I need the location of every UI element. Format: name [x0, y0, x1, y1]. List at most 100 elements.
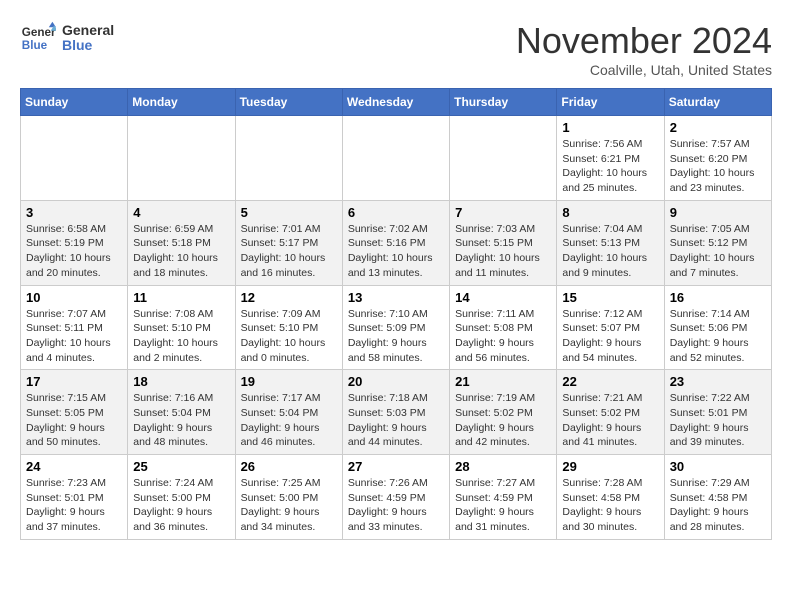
calendar-cell [21, 116, 128, 201]
calendar-week-row: 3Sunrise: 6:58 AM Sunset: 5:19 PM Daylig… [21, 200, 772, 285]
calendar-cell: 24 Sunrise: 7:23 AM Sunset: 5:01 PM Dayli… [21, 455, 128, 540]
calendar-body: 1 Sunrise: 7:56 AM Sunset: 6:21 PM Daylig… [21, 116, 772, 540]
calendar-cell: 28 Sunrise: 7:27 AM Sunset: 4:59 PM Dayli… [450, 455, 557, 540]
day-number: 19 [241, 374, 337, 389]
day-number: 25 [133, 459, 229, 474]
day-info: Sunrise: 7:05 AM Sunset: 5:12 PM Dayligh… [670, 222, 766, 281]
location-subtitle: Coalville, Utah, United States [516, 62, 772, 78]
calendar-cell: 16 Sunrise: 7:14 AM Sunset: 5:06 PM Dayli… [664, 285, 771, 370]
day-info: Sunrise: 7:25 AM Sunset: 5:00 PM Dayligh… [241, 476, 337, 535]
calendar-week-row: 1 Sunrise: 7:56 AM Sunset: 6:21 PM Daylig… [21, 116, 772, 201]
logo-icon: General Blue [20, 20, 56, 56]
day-info: Sunrise: 7:24 AM Sunset: 5:00 PM Dayligh… [133, 476, 229, 535]
day-info: Sunrise: 7:11 AM Sunset: 5:08 PM Dayligh… [455, 307, 551, 366]
day-info: Sunrise: 7:56 AM Sunset: 6:21 PM Dayligh… [562, 137, 658, 196]
weekday-header-tuesday: Tuesday [235, 89, 342, 116]
calendar-week-row: 10Sunrise: 7:07 AM Sunset: 5:11 PM Dayli… [21, 285, 772, 370]
day-info: Sunrise: 7:08 AM Sunset: 5:10 PM Dayligh… [133, 307, 229, 366]
calendar-cell: 23 Sunrise: 7:22 AM Sunset: 5:01 PM Dayli… [664, 370, 771, 455]
day-number: 15 [562, 290, 658, 305]
calendar-cell: 19 Sunrise: 7:17 AM Sunset: 5:04 PM Dayli… [235, 370, 342, 455]
day-number: 12 [241, 290, 337, 305]
weekday-header-sunday: Sunday [21, 89, 128, 116]
day-info: Sunrise: 7:07 AM Sunset: 5:11 PM Dayligh… [26, 307, 122, 366]
day-info: Sunrise: 7:57 AM Sunset: 6:20 PM Dayligh… [670, 137, 766, 196]
calendar-cell [450, 116, 557, 201]
day-info: Sunrise: 7:15 AM Sunset: 5:05 PM Dayligh… [26, 391, 122, 450]
day-number: 30 [670, 459, 766, 474]
day-info: Sunrise: 7:14 AM Sunset: 5:06 PM Dayligh… [670, 307, 766, 366]
day-number: 11 [133, 290, 229, 305]
day-number: 21 [455, 374, 551, 389]
page-header: General Blue General Blue November 2024 … [20, 20, 772, 78]
calendar-cell: 29 Sunrise: 7:28 AM Sunset: 4:58 PM Dayli… [557, 455, 664, 540]
calendar-cell: 4 Sunrise: 6:59 AM Sunset: 5:18 PM Daylig… [128, 200, 235, 285]
day-info: Sunrise: 7:10 AM Sunset: 5:09 PM Dayligh… [348, 307, 444, 366]
day-number: 7 [455, 205, 551, 220]
day-info: Sunrise: 7:23 AM Sunset: 5:01 PM Dayligh… [26, 476, 122, 535]
calendar-cell [128, 116, 235, 201]
day-number: 29 [562, 459, 658, 474]
day-number: 5 [241, 205, 337, 220]
day-info: Sunrise: 7:22 AM Sunset: 5:01 PM Dayligh… [670, 391, 766, 450]
day-info: Sunrise: 7:04 AM Sunset: 5:13 PM Dayligh… [562, 222, 658, 281]
day-number: 8 [562, 205, 658, 220]
calendar-cell: 6Sunrise: 7:02 AM Sunset: 5:16 PM Daylig… [342, 200, 449, 285]
day-info: Sunrise: 7:17 AM Sunset: 5:04 PM Dayligh… [241, 391, 337, 450]
day-number: 13 [348, 290, 444, 305]
logo: General Blue General Blue [20, 20, 114, 56]
calendar-cell: 15 Sunrise: 7:12 AM Sunset: 5:07 PM Dayli… [557, 285, 664, 370]
weekday-header-monday: Monday [128, 89, 235, 116]
day-number: 1 [562, 120, 658, 135]
day-number: 28 [455, 459, 551, 474]
day-number: 9 [670, 205, 766, 220]
logo-text-blue: Blue [62, 38, 114, 53]
day-number: 2 [670, 120, 766, 135]
day-number: 4 [133, 205, 229, 220]
calendar-week-row: 17Sunrise: 7:15 AM Sunset: 5:05 PM Dayli… [21, 370, 772, 455]
calendar-week-row: 24 Sunrise: 7:23 AM Sunset: 5:01 PM Dayli… [21, 455, 772, 540]
weekday-header-thursday: Thursday [450, 89, 557, 116]
day-number: 24 [26, 459, 122, 474]
day-number: 23 [670, 374, 766, 389]
calendar-cell: 30 Sunrise: 7:29 AM Sunset: 4:58 PM Dayli… [664, 455, 771, 540]
calendar-cell: 5Sunrise: 7:01 AM Sunset: 5:17 PM Daylig… [235, 200, 342, 285]
calendar-cell: 22Sunrise: 7:21 AM Sunset: 5:02 PM Dayli… [557, 370, 664, 455]
day-number: 18 [133, 374, 229, 389]
calendar-table: SundayMondayTuesdayWednesdayThursdayFrid… [20, 88, 772, 540]
day-info: Sunrise: 7:12 AM Sunset: 5:07 PM Dayligh… [562, 307, 658, 366]
weekday-header-saturday: Saturday [664, 89, 771, 116]
month-title: November 2024 [516, 20, 772, 62]
calendar-cell: 20Sunrise: 7:18 AM Sunset: 5:03 PM Dayli… [342, 370, 449, 455]
weekday-header-wednesday: Wednesday [342, 89, 449, 116]
day-number: 6 [348, 205, 444, 220]
calendar-cell [342, 116, 449, 201]
calendar-header: SundayMondayTuesdayWednesdayThursdayFrid… [21, 89, 772, 116]
day-number: 26 [241, 459, 337, 474]
day-number: 27 [348, 459, 444, 474]
day-info: Sunrise: 7:18 AM Sunset: 5:03 PM Dayligh… [348, 391, 444, 450]
calendar-cell: 10Sunrise: 7:07 AM Sunset: 5:11 PM Dayli… [21, 285, 128, 370]
calendar-cell: 17Sunrise: 7:15 AM Sunset: 5:05 PM Dayli… [21, 370, 128, 455]
calendar-cell: 11 Sunrise: 7:08 AM Sunset: 5:10 PM Dayli… [128, 285, 235, 370]
day-info: Sunrise: 7:29 AM Sunset: 4:58 PM Dayligh… [670, 476, 766, 535]
calendar-cell: 26 Sunrise: 7:25 AM Sunset: 5:00 PM Dayli… [235, 455, 342, 540]
calendar-cell: 7 Sunrise: 7:03 AM Sunset: 5:15 PM Daylig… [450, 200, 557, 285]
day-number: 16 [670, 290, 766, 305]
calendar-cell: 18Sunrise: 7:16 AM Sunset: 5:04 PM Dayli… [128, 370, 235, 455]
day-info: Sunrise: 6:59 AM Sunset: 5:18 PM Dayligh… [133, 222, 229, 281]
day-info: Sunrise: 7:26 AM Sunset: 4:59 PM Dayligh… [348, 476, 444, 535]
calendar-cell: 25 Sunrise: 7:24 AM Sunset: 5:00 PM Dayli… [128, 455, 235, 540]
day-info: Sunrise: 7:19 AM Sunset: 5:02 PM Dayligh… [455, 391, 551, 450]
day-number: 22 [562, 374, 658, 389]
calendar-cell: 27 Sunrise: 7:26 AM Sunset: 4:59 PM Dayli… [342, 455, 449, 540]
calendar-cell: 3Sunrise: 6:58 AM Sunset: 5:19 PM Daylig… [21, 200, 128, 285]
calendar-cell: 14 Sunrise: 7:11 AM Sunset: 5:08 PM Dayli… [450, 285, 557, 370]
day-number: 14 [455, 290, 551, 305]
day-info: Sunrise: 7:28 AM Sunset: 4:58 PM Dayligh… [562, 476, 658, 535]
calendar-cell: 12Sunrise: 7:09 AM Sunset: 5:10 PM Dayli… [235, 285, 342, 370]
day-info: Sunrise: 7:27 AM Sunset: 4:59 PM Dayligh… [455, 476, 551, 535]
day-info: Sunrise: 7:03 AM Sunset: 5:15 PM Dayligh… [455, 222, 551, 281]
day-info: Sunrise: 6:58 AM Sunset: 5:19 PM Dayligh… [26, 222, 122, 281]
svg-text:Blue: Blue [22, 39, 48, 52]
